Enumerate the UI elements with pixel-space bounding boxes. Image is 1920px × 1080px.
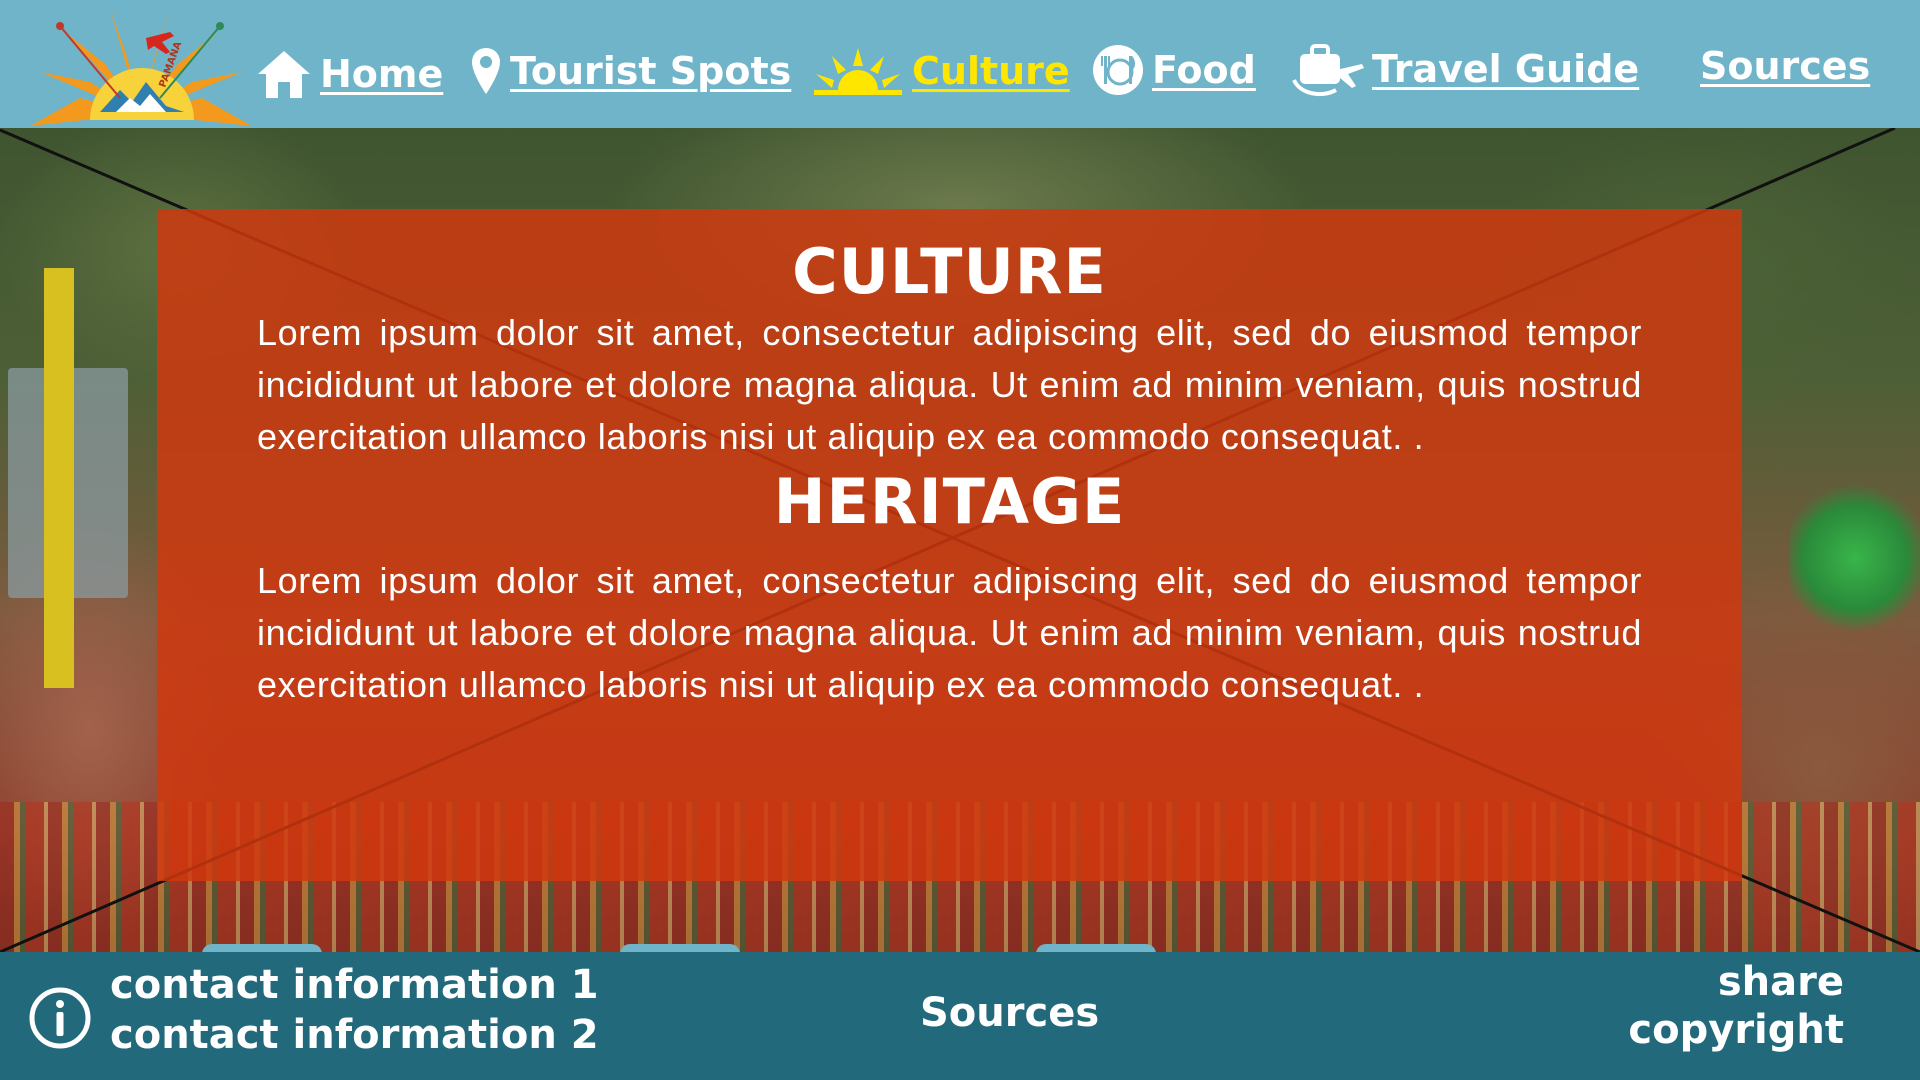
nav-sources[interactable]: Sources [1700, 44, 1870, 88]
background-plant [1790, 478, 1920, 638]
footer-share-copyright: share copyright [1628, 958, 1844, 1054]
info-icon[interactable] [28, 986, 92, 1050]
heritage-section: HERITAGE Lorem ipsum dolor sit amet, con… [257, 467, 1642, 711]
content-panel: CULTURE Lorem ipsum dolor sit amet, cons… [157, 209, 1742, 881]
luggage-plane-icon [1292, 40, 1364, 98]
plate-cutlery-icon [1092, 44, 1144, 96]
copyright-text: copyright [1628, 1007, 1844, 1053]
nav-home[interactable]: Home [256, 48, 443, 100]
nav-home-label: Home [320, 52, 444, 96]
nav-sources-label: Sources [1700, 44, 1871, 88]
heritage-body: Lorem ipsum dolor sit amet, consectetur … [257, 560, 1642, 705]
heritage-heading: HERITAGE [773, 465, 1126, 538]
culture-heading: CULTURE [792, 235, 1107, 308]
nav-culture-label: Culture [912, 49, 1070, 93]
nav-food[interactable]: Food [1092, 44, 1256, 96]
brand-logo[interactable]: PAMANA [20, 2, 260, 128]
footer-sources-link[interactable]: Sources [920, 990, 1099, 1036]
nav-food-label: Food [1152, 48, 1256, 92]
nav-travel-guide[interactable]: Travel Guide [1292, 40, 1639, 98]
site-header: PAMANA Home Tourist Spots Culture Food T… [0, 0, 1920, 128]
nav-culture[interactable]: Culture [812, 46, 1070, 96]
share-link[interactable]: share [1628, 958, 1844, 1006]
contact-info-1[interactable]: contact information 1 [110, 960, 599, 1010]
contact-information: contact information 1 contact informatio… [110, 960, 599, 1060]
location-pin-icon [470, 46, 502, 96]
nav-travel-guide-label: Travel Guide [1372, 47, 1640, 91]
background-pole [44, 268, 74, 688]
nav-tourist-spots[interactable]: Tourist Spots [470, 46, 791, 96]
culture-section: CULTURE Lorem ipsum dolor sit amet, cons… [257, 237, 1642, 463]
culture-body: Lorem ipsum dolor sit amet, consectetur … [257, 312, 1642, 457]
home-icon [256, 48, 312, 100]
contact-info-2[interactable]: contact information 2 [110, 1010, 599, 1060]
sun-icon [812, 46, 904, 96]
nav-tourist-spots-label: Tourist Spots [510, 49, 792, 93]
